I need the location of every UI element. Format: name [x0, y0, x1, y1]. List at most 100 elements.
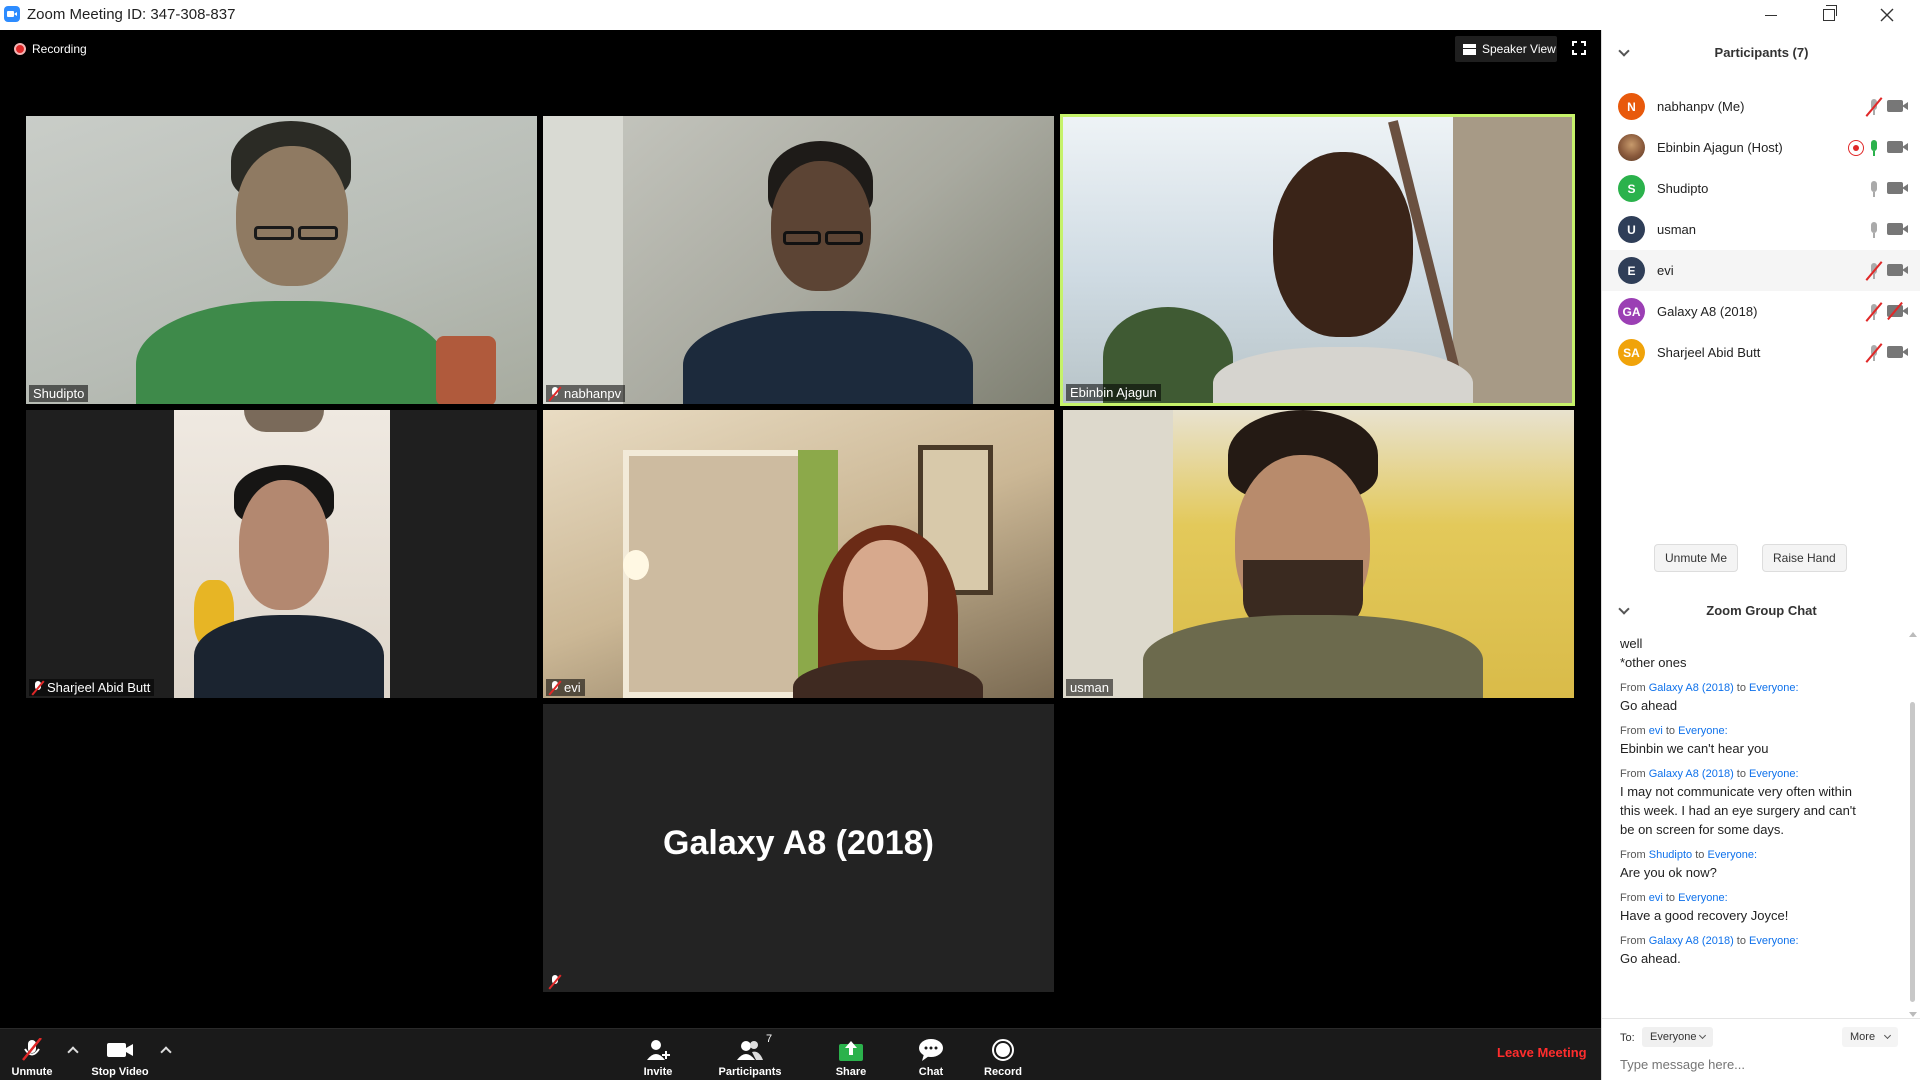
participant-row[interactable]: E evi: [1602, 250, 1920, 291]
participant-name: usman: [1657, 222, 1697, 237]
unmute-me-button[interactable]: Unmute Me: [1654, 544, 1739, 572]
video-tile[interactable]: nabhanpv: [543, 116, 1054, 404]
share-button[interactable]: Share: [833, 1029, 869, 1081]
avatar: S: [1618, 175, 1645, 202]
chevron-down-icon: [1699, 1031, 1707, 1040]
share-screen-icon: [839, 1041, 863, 1061]
recipient-name[interactable]: Everyone:: [1749, 935, 1799, 947]
video-tile[interactable]: usman: [1063, 410, 1574, 698]
stop-video-label: Stop Video: [91, 1066, 149, 1078]
video-tile-active-speaker[interactable]: Ebinbin Ajagun: [1060, 114, 1575, 406]
sender-name[interactable]: evi: [1649, 725, 1663, 737]
close-button[interactable]: [1858, 0, 1916, 30]
message-meta: From Galaxy A8 (2018) to Everyone:: [1620, 935, 1882, 947]
video-tile[interactable]: evi: [543, 410, 1054, 698]
recording-status-icon: [1848, 139, 1864, 156]
from-word: From: [1620, 892, 1646, 904]
share-label: Share: [835, 1066, 867, 1078]
more-dropdown[interactable]: More: [1842, 1027, 1899, 1047]
video-camera-icon[interactable]: [1887, 264, 1908, 276]
chat-messages: well *other ones From Galaxy A8 (2018) t…: [1620, 634, 1882, 978]
audio-options-caret[interactable]: [68, 1045, 78, 1055]
invite-button[interactable]: Invite: [640, 1029, 676, 1081]
video-camera-icon[interactable]: [1887, 141, 1908, 153]
participant-row[interactable]: U usman: [1602, 209, 1920, 250]
chat-message: From Galaxy A8 (2018) to Everyone: I may…: [1620, 768, 1882, 839]
muted-mic-icon[interactable]: [1865, 342, 1883, 363]
recipient-name[interactable]: Everyone:: [1678, 725, 1728, 737]
title-bar: Zoom Meeting ID: 347-308-837: [0, 0, 1920, 30]
video-tile[interactable]: Shudipto: [26, 116, 537, 404]
recipient-dropdown[interactable]: Everyone: [1642, 1027, 1714, 1047]
to-word: to: [1736, 768, 1746, 780]
video-camera-icon[interactable]: [1887, 182, 1908, 194]
message-text: Go ahead: [1620, 698, 1678, 713]
chat-compose: To: Everyone More: [1602, 1018, 1920, 1080]
speaker-view-button[interactable]: Speaker View: [1455, 36, 1557, 62]
message-text: well: [1620, 636, 1643, 651]
participants-title: Participants (7): [1714, 45, 1809, 60]
sender-name[interactable]: Galaxy A8 (2018): [1649, 682, 1734, 694]
avatar-initials: SA: [1623, 345, 1640, 360]
avatar: GA: [1618, 298, 1645, 325]
participant-name: Ebinbin Ajagun (Host): [1657, 140, 1783, 155]
chat-button[interactable]: Chat: [916, 1029, 946, 1081]
avatar: E: [1618, 257, 1645, 284]
sender-name[interactable]: Galaxy A8 (2018): [1649, 768, 1734, 780]
muted-mic-icon[interactable]: [1865, 260, 1883, 281]
sender-name[interactable]: Shudipto: [1649, 849, 1692, 861]
from-word: From: [1620, 768, 1646, 780]
minimize-button[interactable]: [1742, 0, 1800, 30]
chat-bubble-icon: [919, 1039, 943, 1061]
unmute-button[interactable]: Unmute: [10, 1029, 54, 1081]
muted-mic-icon[interactable]: [1865, 96, 1883, 117]
recipient-name[interactable]: Everyone:: [1749, 768, 1799, 780]
scrollbar-thumb[interactable]: [1910, 702, 1915, 1002]
message-meta: From evi to Everyone:: [1620, 725, 1882, 737]
recording-dot-icon: [14, 43, 26, 55]
restore-button[interactable]: [1800, 0, 1858, 30]
message-meta: From evi to Everyone:: [1620, 892, 1882, 904]
record-label: Record: [984, 1066, 1022, 1078]
video-options-caret[interactable]: [161, 1045, 171, 1055]
message-text: Have a good recovery Joyce!: [1620, 908, 1789, 923]
chat-message: well *other ones: [1620, 634, 1882, 672]
muted-mic-icon[interactable]: [1865, 301, 1883, 322]
stop-video-button[interactable]: Stop Video: [88, 1029, 152, 1081]
raise-hand-button[interactable]: Raise Hand: [1762, 544, 1847, 572]
from-word: From: [1620, 725, 1646, 737]
video-camera-icon[interactable]: [1887, 223, 1908, 235]
participant-row[interactable]: Ebinbin Ajagun (Host): [1602, 127, 1920, 168]
sender-name[interactable]: Galaxy A8 (2018): [1649, 935, 1734, 947]
participants-button[interactable]: Participants 7: [718, 1029, 782, 1081]
video-tile[interactable]: Sharjeel Abid Butt: [26, 410, 537, 698]
recipient-name[interactable]: Everyone:: [1707, 849, 1757, 861]
recording-label: Recording: [32, 42, 87, 56]
leave-meeting-button[interactable]: Leave Meeting: [1497, 1045, 1587, 1060]
fullscreen-button[interactable]: [1572, 41, 1586, 55]
participant-row[interactable]: SA Sharjeel Abid Butt: [1602, 332, 1920, 373]
mic-icon[interactable]: [1868, 220, 1880, 240]
recipient-name[interactable]: Everyone:: [1749, 682, 1799, 694]
video-camera-icon[interactable]: [1887, 100, 1908, 112]
chat-scrollbar[interactable]: [1908, 632, 1917, 1017]
to-word: to: [1736, 682, 1746, 694]
recipient-name[interactable]: Everyone:: [1678, 892, 1728, 904]
participant-row[interactable]: GA Galaxy A8 (2018): [1602, 291, 1920, 332]
chat-message-input[interactable]: [1620, 1053, 1900, 1075]
sender-name[interactable]: evi: [1649, 892, 1663, 904]
participant-row[interactable]: S Shudipto: [1602, 168, 1920, 209]
video-tile-no-video[interactable]: Galaxy A8 (2018): [543, 704, 1054, 992]
participants-header: Participants (7): [1602, 42, 1920, 68]
video-off-icon[interactable]: [1887, 301, 1908, 321]
from-word: From: [1620, 682, 1646, 694]
participant-row[interactable]: N nabhanpv (Me): [1602, 86, 1920, 127]
scroll-down-icon[interactable]: [1909, 1012, 1917, 1017]
mic-icon[interactable]: [1868, 179, 1880, 199]
scroll-up-icon[interactable]: [1909, 632, 1917, 637]
to-word: to: [1736, 935, 1746, 947]
message-text: Ebinbin we can't hear you: [1620, 741, 1769, 756]
record-button[interactable]: Record: [984, 1029, 1022, 1081]
video-camera-icon[interactable]: [1887, 346, 1908, 358]
mic-active-icon[interactable]: [1868, 138, 1880, 158]
